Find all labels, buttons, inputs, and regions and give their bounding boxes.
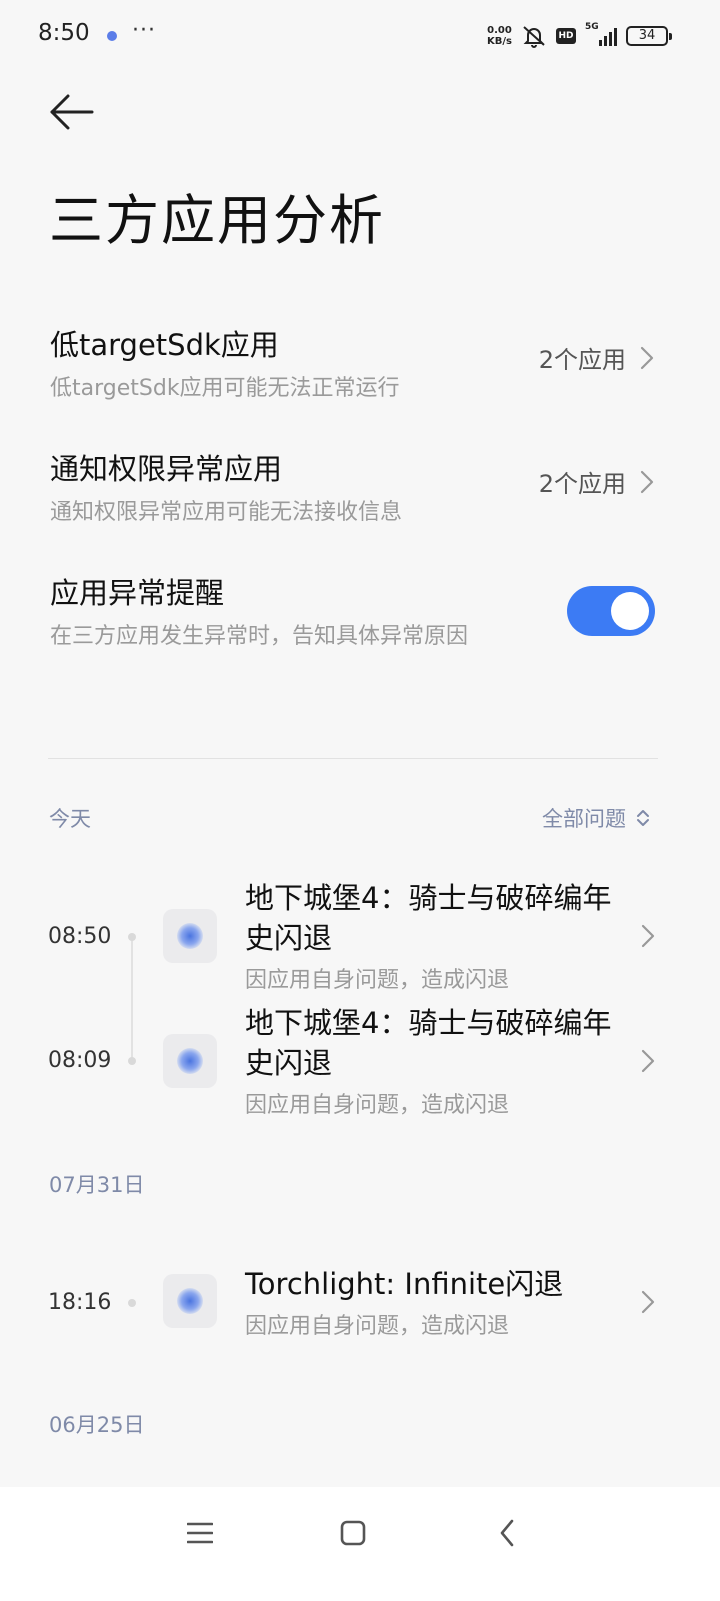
status-indicators: 0.00 KB/s HD 5G 34 [487,22,672,50]
filter-label: 全部问题 [542,807,626,831]
chevron-right-icon [640,470,654,493]
battery-icon: 34 [626,26,672,46]
timeline-dot [128,1057,136,1065]
back-nav-button[interactable] [487,1513,527,1553]
notification-permission-value: 2个应用 [539,464,654,499]
event-text: 地下城堡4：骑士与破碎编年史闪退 因应用自身问题，造成闪退 [245,1003,635,1119]
chevron-updown-icon [637,810,649,826]
crash-event-row[interactable]: 08:50 地下城堡4：骑士与破碎编年史闪退 因应用自身问题，造成闪退 [0,878,720,998]
network-speed-value: 0.00 [487,25,512,36]
timeline-dot [128,933,136,941]
filter-dropdown[interactable]: 全部问题 [542,803,650,833]
section-date: 07月31日 [49,1173,145,1197]
status-bar: 8:50 ··· 0.00 KB/s HD 5G 34 [0,0,720,72]
crash-event-row[interactable]: 18:16 Torchlight: Infinite闪退 因应用自身问题，造成闪… [0,1264,720,1344]
event-time: 18:16 [48,1290,112,1315]
event-title: Torchlight: Infinite闪退 [245,1267,564,1301]
bell-muted-icon [523,26,545,48]
toggle-knob [611,592,649,630]
home-square-icon [340,1520,366,1546]
network-speed-unit: KB/s [487,36,512,47]
chevron-right-icon [641,1290,655,1314]
network-type: 5G [585,22,599,32]
menu-icon [187,1522,213,1544]
section-divider [48,758,658,759]
hd-voice-icon: HD [556,28,576,44]
exception-alert-row: 应用异常提醒 在三方应用发生异常时，告知具体异常原因 [50,570,655,650]
event-subtitle: 因应用自身问题，造成闪退 [245,1093,510,1118]
status-time: 8:50 [38,20,90,46]
timeline-dot [128,1299,136,1307]
exception-alert-toggle[interactable] [567,586,655,636]
low-target-sdk-row[interactable]: 低targetSdk应用 低targetSdk应用可能无法正常运行 2个应用 [50,322,670,402]
menu-button[interactable] [180,1513,220,1553]
exception-alert-subtitle: 在三方应用发生异常时，告知具体异常原因 [50,624,469,649]
notification-permission-count: 2个应用 [538,470,626,498]
event-text: Torchlight: Infinite闪退 因应用自身问题，造成闪退 [245,1264,635,1340]
low-target-sdk-value: 2个应用 [539,340,654,375]
app-icon [163,1034,217,1088]
chevron-right-icon [641,924,655,948]
event-time: 08:50 [48,924,112,949]
app-icon [163,1274,217,1328]
chevron-right-icon [640,346,654,369]
app-icon [163,909,217,963]
navigation-bar [0,1487,720,1601]
crash-event-row[interactable]: 08:09 地下城堡4：骑士与破碎编年史闪退 因应用自身问题，造成闪退 [0,1003,720,1123]
signal-icon: 5G [585,22,617,46]
event-text: 地下城堡4：骑士与破碎编年史闪退 因应用自身问题，造成闪退 [245,878,635,994]
notification-dot-icon [107,31,117,41]
page-title: 三方应用分析 [49,189,385,252]
event-time: 08:09 [48,1048,112,1073]
event-title: 地下城堡4：骑士与破碎编年史闪退 [245,881,612,955]
low-target-sdk-count: 2个应用 [538,346,626,374]
home-button[interactable] [333,1513,373,1553]
section-date-today: 今天 [49,807,91,831]
back-chevron-icon [500,1519,514,1547]
section-date: 06月25日 [49,1413,145,1437]
event-subtitle: 因应用自身问题，造成闪退 [245,968,510,993]
notification-permission-row[interactable]: 通知权限异常应用 通知权限异常应用可能无法接收信息 2个应用 [50,446,670,526]
network-speed: 0.00 KB/s [487,25,512,47]
event-title: 地下城堡4：骑士与破碎编年史闪退 [245,1006,612,1080]
more-notifications-icon: ··· [132,18,156,43]
event-subtitle: 因应用自身问题，造成闪退 [245,1314,510,1339]
back-button[interactable] [46,88,98,136]
chevron-right-icon [641,1049,655,1073]
arrow-left-icon [50,94,94,130]
exception-alert-title: 应用异常提醒 [50,576,225,610]
